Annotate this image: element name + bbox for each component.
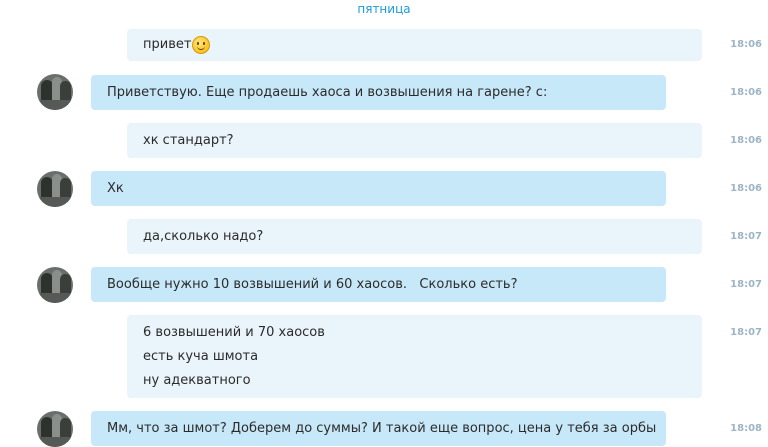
message-text: хк стандарт? [143, 132, 234, 148]
message-bubble-incoming[interactable]: Приветствую. Еще продаешь хаоса и возвыш… [91, 75, 666, 110]
message-bubble-incoming[interactable]: Мм, что за шмот? Доберем до суммы? И так… [91, 411, 666, 446]
message-time: 18:06 [730, 135, 762, 146]
contact-avatar[interactable] [37, 74, 73, 110]
message-bubble-outgoing[interactable]: хк стандарт? [127, 123, 702, 158]
message-text: Хк [107, 180, 124, 196]
message-bubble-outgoing[interactable]: да,сколько надо? [127, 219, 702, 254]
message-time: 18:06 [730, 87, 762, 98]
message-bubble-incoming[interactable]: Вообще нужно 10 возвышений и 60 хаосов. … [91, 267, 666, 302]
message-text: есть куча шмота [143, 348, 259, 364]
message-text: Приветствую. Еще продаешь хаоса и возвыш… [107, 84, 548, 100]
message-bubble-incoming[interactable]: Хк [91, 171, 666, 206]
message-time: 18:07 [730, 327, 762, 338]
message-text: Мм, что за шмот? Доберем до суммы? И так… [107, 420, 657, 436]
message-text: ну адекватного [143, 372, 251, 388]
message-text: Вообще нужно 10 возвышений и 60 хаосов. … [107, 276, 518, 292]
message-time: 18:06 [730, 39, 762, 50]
message-text: привет [143, 37, 192, 52]
contact-avatar[interactable] [37, 267, 73, 303]
contact-avatar[interactable] [37, 171, 73, 207]
message-time: 18:07 [730, 279, 762, 290]
message-bubble-outgoing[interactable]: привет [127, 29, 702, 61]
contact-avatar[interactable] [37, 411, 73, 447]
date-separator: пятница [357, 2, 411, 16]
smiley-emoji-icon [192, 35, 211, 54]
message-time: 18:07 [730, 231, 762, 242]
message-text: 6 возвышений и 70 хаосов [143, 324, 325, 340]
message-time: 18:06 [730, 183, 762, 194]
message-time: 18:08 [730, 423, 762, 434]
message-text: да,сколько надо? [143, 228, 264, 244]
message-bubble-outgoing[interactable]: 6 возвышений и 70 хаосов есть куча шмота… [127, 315, 702, 398]
